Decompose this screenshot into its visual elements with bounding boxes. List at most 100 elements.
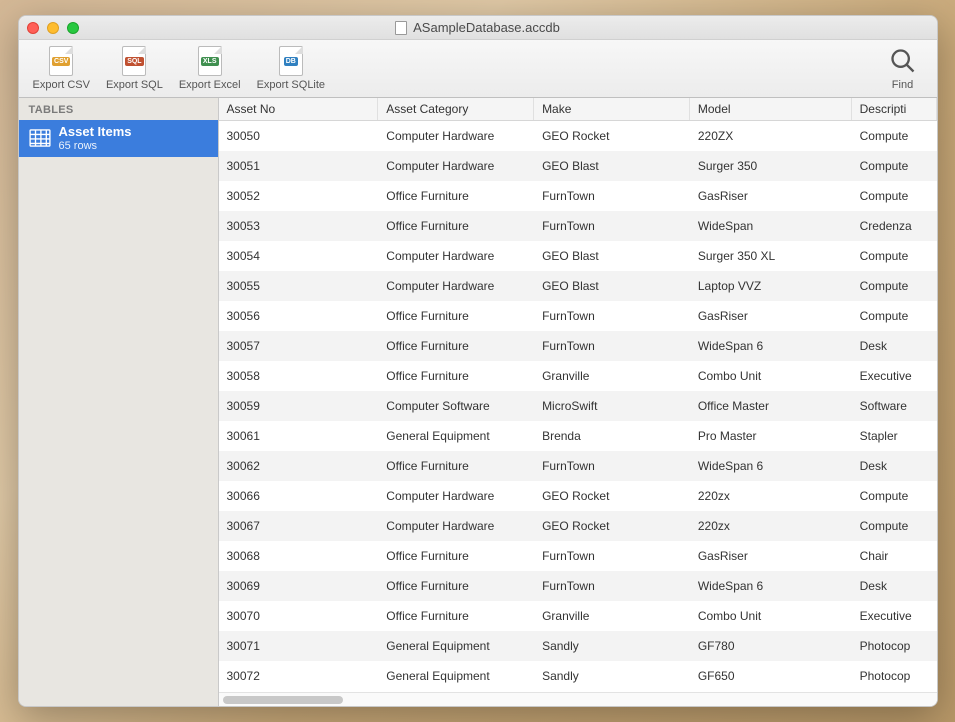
table-row[interactable]: 30062Office FurnitureFurnTownWideSpan 6D…	[219, 451, 937, 481]
table-cell: 30067	[219, 519, 379, 533]
table-cell: Compute	[852, 159, 937, 173]
table-cell: Compute	[852, 309, 937, 323]
table-row[interactable]: 30058Office FurnitureGranvilleCombo Unit…	[219, 361, 937, 391]
table-cell: 30066	[219, 489, 379, 503]
table-cell: WideSpan	[690, 219, 852, 233]
table-row[interactable]: 30067Computer HardwareGEO Rocket220zxCom…	[219, 511, 937, 541]
table-row[interactable]: 30056Office FurnitureFurnTownGasRiserCom…	[219, 301, 937, 331]
table-cell: Software	[852, 399, 937, 413]
table-cell: Desk	[852, 579, 937, 593]
table-row[interactable]: 30066Computer HardwareGEO Rocket220zxCom…	[219, 481, 937, 511]
table-cell: Office Furniture	[378, 579, 534, 593]
table-cell: Surger 350 XL	[690, 249, 852, 263]
table-cell: 220zx	[690, 489, 852, 503]
sidebar-item-name: Asset Items	[59, 124, 132, 140]
table-row[interactable]: 30059Computer SoftwareMicroSwiftOffice M…	[219, 391, 937, 421]
table-cell: 30055	[219, 279, 379, 293]
table-cell: Compute	[852, 129, 937, 143]
column-header[interactable]: Asset Category	[378, 98, 534, 120]
table-cell: Granville	[534, 369, 690, 383]
toolbar-label: Export CSV	[33, 79, 90, 91]
table-cell: FurnTown	[534, 339, 690, 353]
traffic-lights	[27, 22, 79, 34]
horizontal-scrollbar[interactable]	[219, 692, 937, 706]
table-row[interactable]: 30054Computer HardwareGEO BlastSurger 35…	[219, 241, 937, 271]
find-button[interactable]: Find	[881, 43, 925, 93]
table-cell: Stapler	[852, 429, 937, 443]
table-cell: GEO Blast	[534, 159, 690, 173]
table-cell: FurnTown	[534, 459, 690, 473]
table-row[interactable]: 30055Computer HardwareGEO BlastLaptop VV…	[219, 271, 937, 301]
table-row[interactable]: 30069Office FurnitureFurnTownWideSpan 6D…	[219, 571, 937, 601]
table-cell: 30070	[219, 609, 379, 623]
table-cell: 30059	[219, 399, 379, 413]
table-cell: Office Furniture	[378, 369, 534, 383]
table-cell: GEO Rocket	[534, 519, 690, 533]
table-row[interactable]: 30061General EquipmentBrendaPro MasterSt…	[219, 421, 937, 451]
export-sql-button[interactable]: SQL Export SQL	[100, 43, 169, 93]
table-cell: FurnTown	[534, 219, 690, 233]
column-header[interactable]: Make	[534, 98, 690, 120]
sidebar-item-count: 65 rows	[59, 140, 132, 153]
table-cell: Office Furniture	[378, 609, 534, 623]
table-row[interactable]: 30068Office FurnitureFurnTownGasRiserCha…	[219, 541, 937, 571]
table-cell: 30054	[219, 249, 379, 263]
data-grid: Asset No Asset Category Make Model Descr…	[219, 98, 937, 706]
table-cell: FurnTown	[534, 549, 690, 563]
table-cell: FurnTown	[534, 189, 690, 203]
table-cell: WideSpan 6	[690, 339, 852, 353]
export-sqlite-button[interactable]: DB Export SQLite	[251, 43, 331, 93]
table-cell: Executive	[852, 609, 937, 623]
zoom-window-button[interactable]	[67, 22, 79, 34]
table-cell: Office Furniture	[378, 339, 534, 353]
horizontal-scrollbar-thumb[interactable]	[223, 696, 343, 704]
table-cell: 30062	[219, 459, 379, 473]
table-cell: Computer Hardware	[378, 489, 534, 503]
table-cell: 30053	[219, 219, 379, 233]
window-title-text: ASampleDatabase.accdb	[413, 20, 560, 35]
table-cell: FurnTown	[534, 309, 690, 323]
table-cell: FurnTown	[534, 579, 690, 593]
table-cell: Executive	[852, 369, 937, 383]
table-cell: Brenda	[534, 429, 690, 443]
table-row[interactable]: 30052Office FurnitureFurnTownGasRiserCom…	[219, 181, 937, 211]
table-cell: Computer Software	[378, 399, 534, 413]
sidebar-item-asset-items[interactable]: Asset Items 65 rows	[19, 120, 218, 157]
table-row[interactable]: 30050Computer HardwareGEO Rocket220ZXCom…	[219, 121, 937, 151]
table-cell: Compute	[852, 249, 937, 263]
table-row[interactable]: 30070Office FurnitureGranvilleCombo Unit…	[219, 601, 937, 631]
table-row[interactable]: 30071General EquipmentSandlyGF780Photoco…	[219, 631, 937, 661]
column-header[interactable]: Model	[690, 98, 852, 120]
table-cell: Compute	[852, 279, 937, 293]
table-cell: Office Furniture	[378, 459, 534, 473]
toolbar-label: Export Excel	[179, 79, 241, 91]
export-csv-button[interactable]: CSV Export CSV	[27, 43, 96, 93]
table-cell: GEO Blast	[534, 279, 690, 293]
table-cell: 220ZX	[690, 129, 852, 143]
table-cell: Office Furniture	[378, 549, 534, 563]
column-header[interactable]: Asset No	[219, 98, 379, 120]
table-cell: Compute	[852, 489, 937, 503]
grid-body[interactable]: 30050Computer HardwareGEO Rocket220ZXCom…	[219, 121, 937, 692]
table-row[interactable]: 30057Office FurnitureFurnTownWideSpan 6D…	[219, 331, 937, 361]
table-cell: GasRiser	[690, 549, 852, 563]
table-row[interactable]: 30072General EquipmentSandlyGF650Photoco…	[219, 661, 937, 691]
table-cell: 30056	[219, 309, 379, 323]
table-cell: Computer Hardware	[378, 279, 534, 293]
toolbar-label: Find	[892, 79, 913, 91]
table-row[interactable]: 30053Office FurnitureFurnTownWideSpanCre…	[219, 211, 937, 241]
table-cell: GEO Rocket	[534, 489, 690, 503]
table-row[interactable]: 30051Computer HardwareGEO BlastSurger 35…	[219, 151, 937, 181]
app-window: ASampleDatabase.accdb CSV Export CSV SQL…	[18, 15, 938, 707]
window-title: ASampleDatabase.accdb	[19, 20, 937, 35]
table-cell: Laptop VVZ	[690, 279, 852, 293]
minimize-window-button[interactable]	[47, 22, 59, 34]
toolbar: CSV Export CSV SQL Export SQL XLS Export…	[19, 40, 937, 98]
close-window-button[interactable]	[27, 22, 39, 34]
table-cell: Compute	[852, 189, 937, 203]
column-header[interactable]: Descripti	[852, 98, 937, 120]
table-cell: General Equipment	[378, 639, 534, 653]
table-cell: Combo Unit	[690, 369, 852, 383]
table-cell: GF650	[690, 669, 852, 683]
export-excel-button[interactable]: XLS Export Excel	[173, 43, 247, 93]
